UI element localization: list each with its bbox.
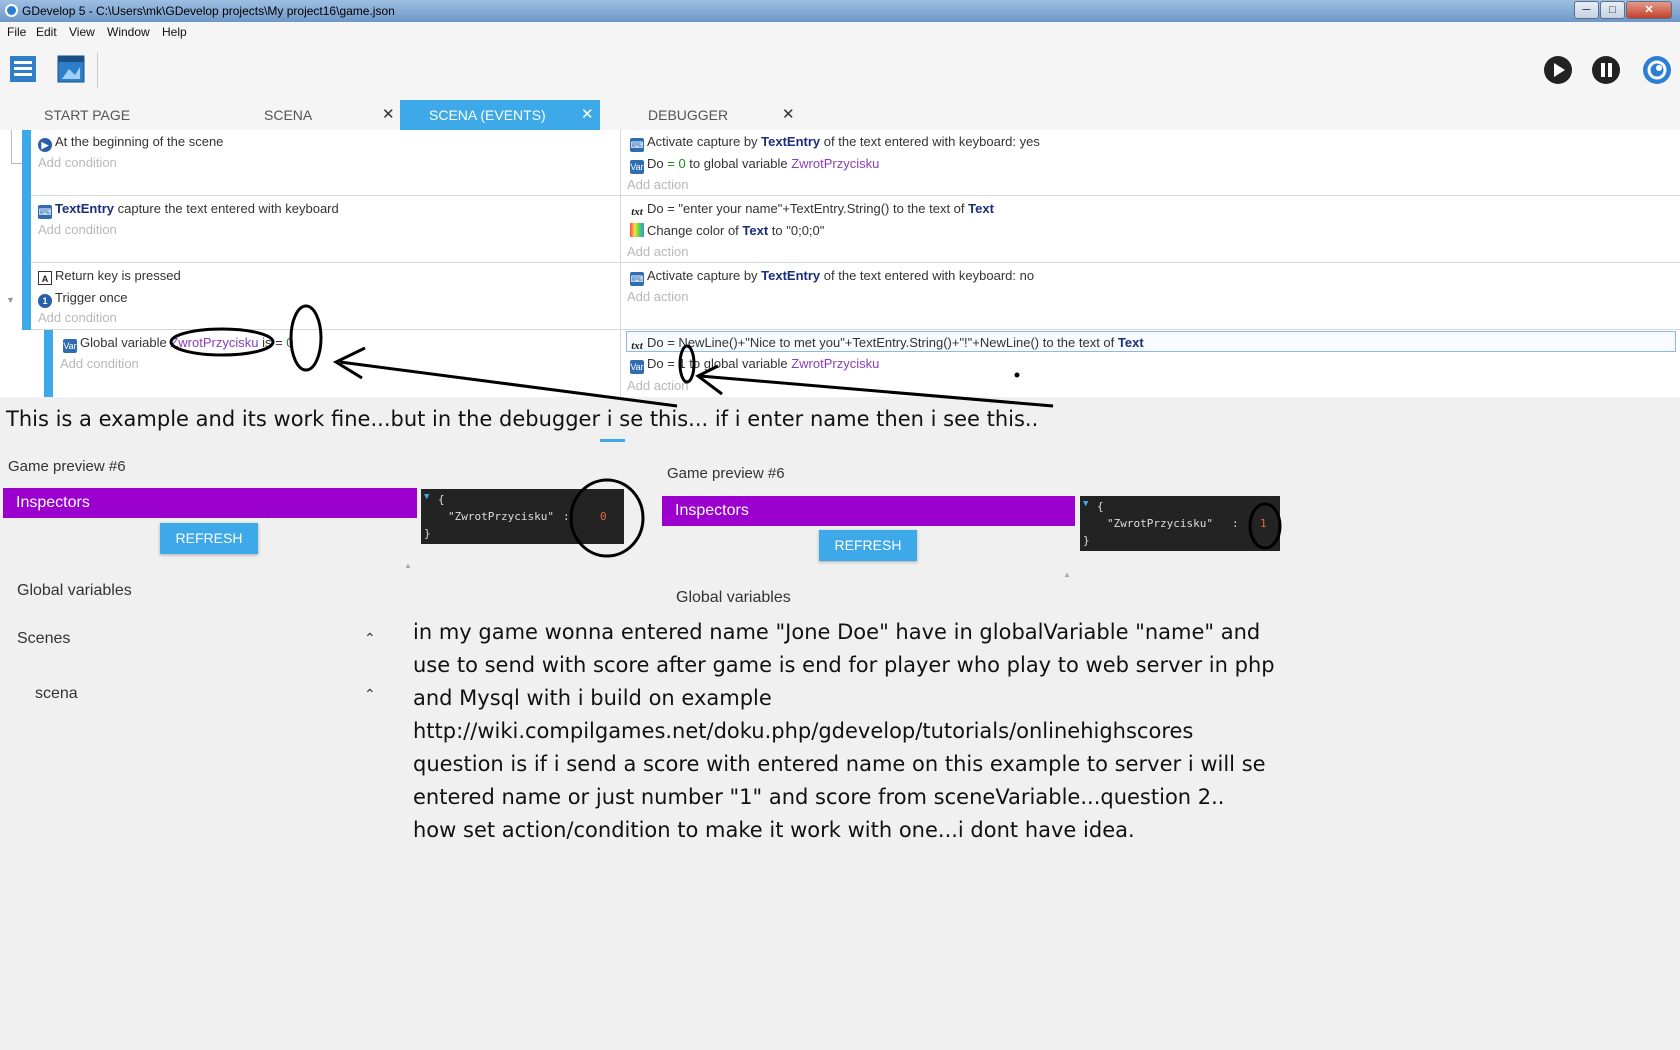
annotation-arrow-head [695, 364, 723, 396]
annotation-circle [1248, 502, 1282, 550]
annotation-overlay [169, 304, 1282, 558]
annotation-circle [678, 344, 696, 384]
annotation-circle [289, 304, 323, 372]
annotation-arrow [699, 374, 1054, 408]
annotation-circle [169, 327, 275, 357]
annotation-arrow [339, 360, 678, 408]
annotation-circle [569, 478, 645, 558]
annotation-dot [1014, 372, 1020, 378]
